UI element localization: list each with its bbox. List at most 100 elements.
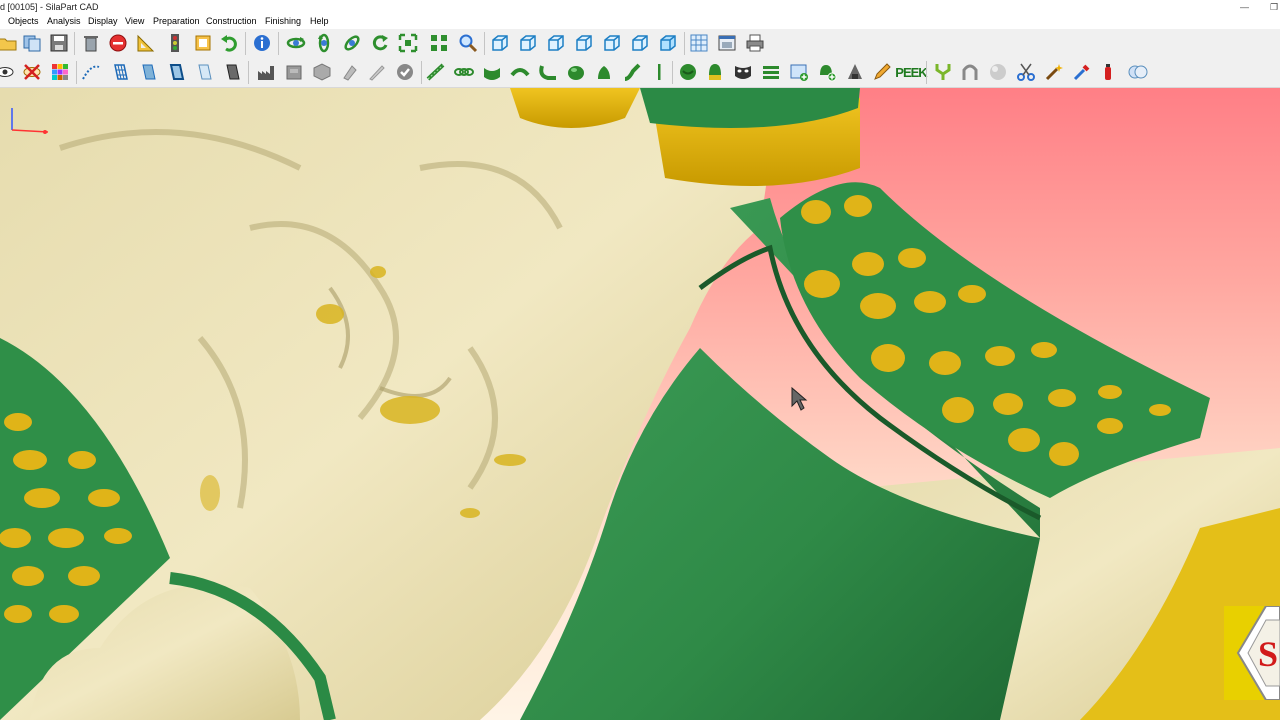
support-icon — [962, 64, 978, 80]
gripper-icon — [343, 65, 357, 81]
clasp-button[interactable] — [537, 61, 559, 83]
rotate-vertical-button[interactable] — [313, 32, 335, 54]
minimize-button[interactable]: — — [1240, 0, 1249, 14]
view-top-button[interactable] — [601, 32, 623, 54]
support-button[interactable] — [959, 61, 981, 83]
add-coping-button[interactable] — [816, 61, 838, 83]
menu-view[interactable]: View — [125, 14, 144, 29]
pontic-button[interactable] — [565, 61, 587, 83]
shaded-button[interactable] — [137, 61, 159, 83]
frame-icon — [195, 35, 211, 51]
menu-help[interactable]: Help — [310, 14, 329, 29]
check-button[interactable] — [394, 61, 416, 83]
rotate-reset-icon — [372, 35, 388, 51]
view-back-button[interactable] — [517, 32, 539, 54]
articulator-button[interactable] — [255, 61, 277, 83]
open-folder-button[interactable] — [0, 32, 18, 54]
mask-icon — [735, 66, 751, 79]
rotate-diagonal-icon — [344, 35, 360, 51]
coping-button[interactable] — [704, 61, 726, 83]
peek-material-button[interactable]: PEEK — [895, 61, 927, 83]
attachment-button[interactable] — [621, 61, 643, 83]
save-icon — [50, 34, 68, 52]
add-object-button[interactable] — [788, 61, 810, 83]
tooth-button[interactable] — [593, 61, 615, 83]
transparent-button[interactable] — [193, 61, 215, 83]
attachment-icon — [624, 63, 641, 81]
saddle-button[interactable] — [481, 61, 503, 83]
clasp-icon — [539, 65, 556, 80]
menu-display[interactable]: Display — [88, 14, 118, 29]
wireframe-button[interactable] — [109, 61, 131, 83]
block-button[interactable] — [311, 61, 333, 83]
view-right-button[interactable] — [573, 32, 595, 54]
toolbar-separator — [421, 61, 422, 84]
view-left-button[interactable] — [545, 32, 567, 54]
knife-button[interactable] — [366, 61, 388, 83]
restore-button[interactable]: ❐ — [1270, 0, 1278, 14]
view-iso-button[interactable] — [657, 32, 679, 54]
toolbar-separator — [684, 32, 685, 55]
frame-button[interactable] — [192, 32, 214, 54]
open-copy-button[interactable] — [21, 32, 43, 54]
magic-wand-button[interactable] — [1043, 61, 1065, 83]
extinguisher-button[interactable] — [1097, 61, 1119, 83]
measure-button[interactable] — [134, 32, 156, 54]
traffic-light-button[interactable] — [164, 32, 186, 54]
crown-button[interactable] — [677, 61, 699, 83]
sprue-button[interactable] — [932, 61, 954, 83]
menu-bar: Objects Analysis Display View Preparatio… — [0, 14, 1280, 29]
zoom-fit-button[interactable] — [397, 32, 419, 54]
model-base-button[interactable] — [283, 61, 305, 83]
3d-viewport[interactable]: S — [0, 88, 1280, 720]
view-front-button[interactable] — [489, 32, 511, 54]
trash-button[interactable] — [80, 32, 102, 54]
shaded-edges-button[interactable] — [165, 61, 187, 83]
view-bottom-button[interactable] — [629, 32, 651, 54]
company-logo: S — [1224, 605, 1280, 701]
knife-icon — [369, 65, 385, 81]
wax-knife-button[interactable] — [871, 61, 893, 83]
connector-button[interactable] — [509, 61, 531, 83]
rotate-diagonal-button[interactable] — [341, 32, 363, 54]
pipette-button[interactable] — [1071, 61, 1093, 83]
sphere-button[interactable] — [987, 61, 1009, 83]
smooth-shape-icon — [226, 64, 240, 80]
visibility-button[interactable] — [0, 61, 16, 83]
info-button[interactable] — [251, 32, 273, 54]
mask-button[interactable] — [732, 61, 754, 83]
point-cloud-button[interactable] — [80, 61, 102, 83]
layers-button[interactable] — [760, 61, 782, 83]
zoom-button[interactable] — [457, 32, 479, 54]
fire-extinguisher-icon — [1105, 64, 1111, 80]
gripper-button[interactable] — [339, 61, 361, 83]
compare-button[interactable] — [1127, 61, 1149, 83]
undo-icon — [221, 35, 237, 52]
undo-button[interactable] — [219, 32, 241, 54]
pencil-icon — [874, 63, 891, 80]
print-button[interactable] — [744, 32, 766, 54]
hide-objects-button[interactable] — [21, 61, 43, 83]
menu-objects[interactable]: Objects — [8, 14, 39, 29]
menu-preparation[interactable]: Preparation — [153, 14, 200, 29]
cube-view-icon — [660, 35, 676, 51]
menu-construction[interactable]: Construction — [206, 14, 257, 29]
pin-button[interactable] — [648, 61, 670, 83]
mill-button[interactable] — [844, 61, 866, 83]
stop-button[interactable] — [107, 32, 129, 54]
zoom-window-button[interactable] — [428, 32, 450, 54]
save-button[interactable] — [48, 32, 70, 54]
rotate-reset-button[interactable] — [369, 32, 391, 54]
menu-analysis[interactable]: Analysis — [47, 14, 81, 29]
grid-button[interactable] — [688, 32, 710, 54]
grid-icon — [690, 34, 708, 52]
menu-finishing[interactable]: Finishing — [265, 14, 301, 29]
screenshot-button[interactable] — [716, 32, 738, 54]
rotate-horizontal-button[interactable] — [285, 32, 307, 54]
bar-tool-button[interactable] — [425, 61, 447, 83]
cut-button[interactable] — [1015, 61, 1037, 83]
chain-button[interactable] — [453, 61, 475, 83]
smooth-shaded-button[interactable] — [221, 61, 243, 83]
color-palette-button[interactable] — [49, 61, 71, 83]
saddle-icon — [484, 68, 500, 80]
